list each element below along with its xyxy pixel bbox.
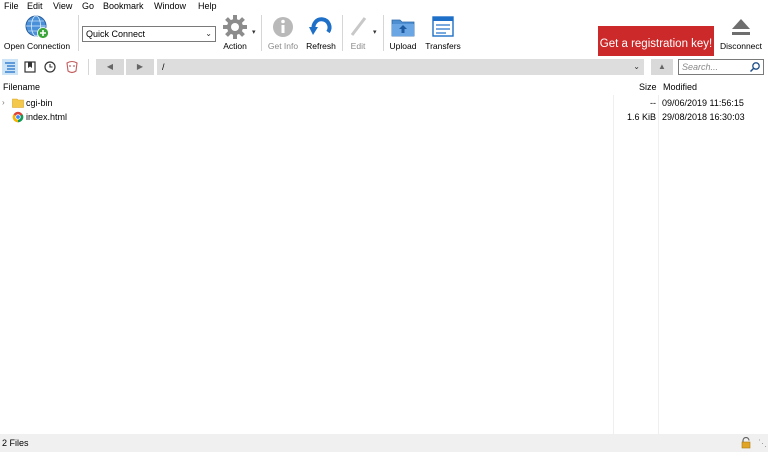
navigation-bar: ◀ ▶ / ⌄ ▲ Search... <box>0 56 768 78</box>
table-row[interactable]: index.html 1.6 KiB 29/08/2018 16:30:03 <box>0 110 768 124</box>
gear-icon <box>223 15 247 39</box>
file-modified: 29/08/2018 16:30:03 <box>662 112 745 122</box>
status-bar: 2 Files ⋱ <box>0 434 768 452</box>
disconnect-button[interactable]: Disconnect <box>716 12 766 54</box>
search-icon <box>749 62 760 73</box>
file-modified: 09/06/2019 11:56:15 <box>662 98 744 108</box>
transfers-window-icon <box>432 16 454 37</box>
eject-icon <box>732 19 750 35</box>
file-size: -- <box>650 98 656 108</box>
folder-icon <box>12 98 24 108</box>
toolbar-separator <box>261 15 262 51</box>
toolbar-separator <box>342 15 343 51</box>
chevron-down-icon: ⌄ <box>633 62 640 71</box>
lock-icon[interactable] <box>740 437 752 449</box>
toolbar-separator <box>383 15 384 51</box>
menu-file[interactable]: File <box>4 0 19 12</box>
column-modified[interactable]: Modified <box>663 80 697 95</box>
menu-window[interactable]: Window <box>154 0 186 12</box>
column-divider <box>613 95 614 434</box>
bonjour-icon[interactable] <box>64 59 80 75</box>
upload-folder-icon <box>391 19 415 37</box>
chevron-down-icon: ⌄ <box>205 29 212 38</box>
upload-label: Upload <box>389 41 417 51</box>
back-button[interactable]: ◀ <box>96 59 124 75</box>
open-connection-label: Open Connection <box>3 41 71 51</box>
column-divider <box>658 95 659 434</box>
refresh-icon <box>309 17 332 35</box>
file-list-header: Filename Size Modified <box>0 80 768 95</box>
file-name: cgi-bin <box>26 98 53 108</box>
history-clock-icon[interactable] <box>42 59 58 75</box>
quick-connect-label: Quick Connect <box>86 29 146 39</box>
get-info-label: Get Info <box>267 41 299 51</box>
refresh-label: Refresh <box>306 41 336 51</box>
menu-view[interactable]: View <box>53 0 72 12</box>
pencil-icon <box>350 17 367 36</box>
chevron-right-icon[interactable]: › <box>2 96 5 110</box>
column-size[interactable]: Size <box>639 80 657 95</box>
arrow-left-icon: ◀ <box>106 62 114 71</box>
globe-add-icon <box>25 15 49 39</box>
arrow-right-icon: ▶ <box>136 62 144 71</box>
table-row[interactable]: › cgi-bin -- 09/06/2019 11:56:15 <box>0 96 768 110</box>
resize-grip-icon[interactable]: ⋱ <box>758 434 767 452</box>
caret-down-icon: ▾ <box>373 29 377 36</box>
upload-button[interactable]: Upload <box>386 12 420 54</box>
open-connection-button[interactable]: Open Connection <box>0 12 74 54</box>
status-text: 2 Files <box>2 438 29 448</box>
refresh-button[interactable]: Refresh <box>303 12 339 54</box>
action-label: Action <box>223 41 247 51</box>
path-dropdown[interactable]: / ⌄ <box>157 59 644 75</box>
edit-button[interactable]: Edit <box>344 12 372 54</box>
info-icon <box>273 17 293 37</box>
bookmarks-icon[interactable] <box>22 59 38 75</box>
column-filename[interactable]: Filename <box>3 80 40 95</box>
html-file-icon <box>12 111 24 123</box>
menu-go[interactable]: Go <box>82 0 94 12</box>
parent-directory-button[interactable]: ▲ <box>651 59 673 75</box>
toolbar-separator <box>78 15 79 51</box>
arrow-up-icon: ▲ <box>658 62 666 71</box>
file-name: index.html <box>26 112 68 122</box>
outline-view-icon[interactable] <box>2 59 18 75</box>
nav-separator <box>88 59 89 75</box>
file-size: 1.6 KiB <box>626 112 656 122</box>
path-value: / <box>162 62 165 72</box>
transfers-button[interactable]: Transfers <box>422 12 464 54</box>
disconnect-label: Disconnect <box>719 41 763 51</box>
menu-bookmark[interactable]: Bookmark <box>103 0 144 12</box>
quick-connect-dropdown[interactable]: Quick Connect ⌄ <box>82 26 216 42</box>
menu-bar: File Edit View Go Bookmark Window Help <box>0 0 768 12</box>
caret-down-icon: ▾ <box>252 29 256 36</box>
action-button[interactable]: Action <box>218 12 252 54</box>
edit-label: Edit <box>350 41 366 51</box>
search-input[interactable]: Search... <box>678 59 764 75</box>
transfers-label: Transfers <box>425 41 461 51</box>
menu-help[interactable]: Help <box>198 0 217 12</box>
menu-edit[interactable]: Edit <box>27 0 43 12</box>
forward-button[interactable]: ▶ <box>126 59 154 75</box>
get-info-button[interactable]: Get Info <box>264 12 302 54</box>
search-placeholder: Search... <box>682 62 719 72</box>
toolbar: Open Connection Quick Connect ⌄ Action ▾ <box>0 12 768 63</box>
